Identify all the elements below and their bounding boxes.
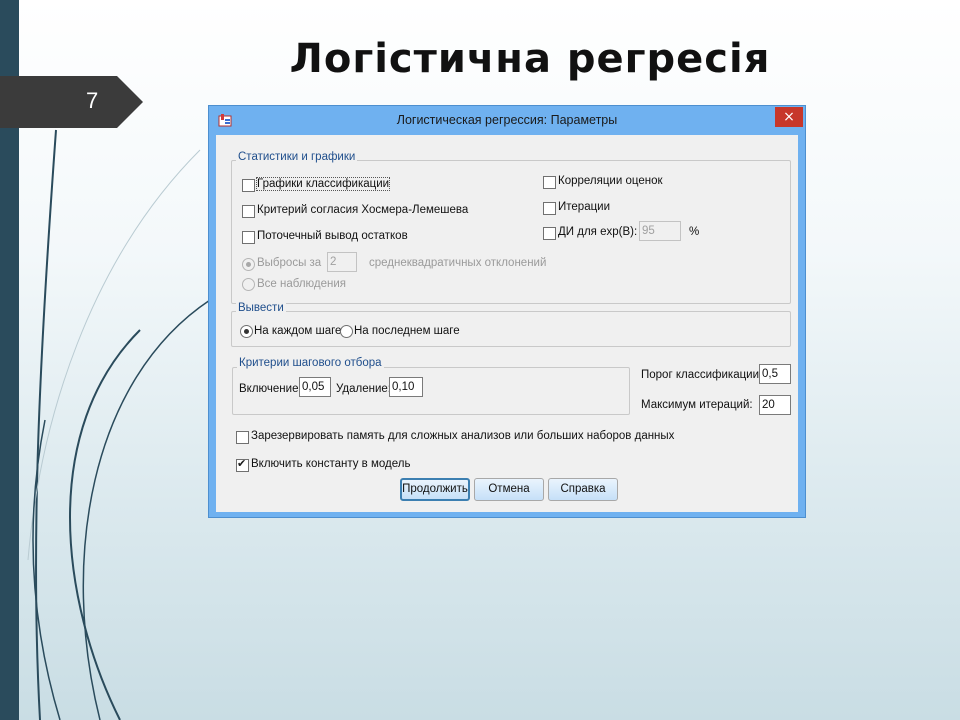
hosmer-lemeshow-label[interactable]: Критерий согласия Хосмера-Лемешева [257, 204, 468, 216]
outliers-label: Выбросы за [257, 257, 322, 269]
each-step-label[interactable]: На каждом шаге [254, 325, 341, 337]
removal-label: Удаление: [336, 383, 391, 395]
dialog-titlebar[interactable]: Логистическая регрессия: Параметры × [209, 106, 805, 134]
reserve-memory-label[interactable]: Зарезервировать память для сложных анали… [251, 430, 674, 442]
stepwise-criteria-legend: Критерии шагового отбора [237, 357, 384, 369]
slide-number: 7 [86, 88, 99, 113]
entry-probability-field[interactable]: 0,05 [299, 377, 331, 397]
removal-probability-field[interactable]: 0,10 [389, 377, 423, 397]
all-cases-radio[interactable] [242, 278, 255, 291]
ci-percent-label: % [689, 226, 700, 238]
display-legend: Вывести [236, 302, 286, 314]
correlations-checkbox[interactable] [543, 176, 556, 189]
iterations-checkbox[interactable] [543, 202, 556, 215]
max-iterations-field[interactable]: 20 [759, 395, 791, 415]
classification-plots-label[interactable]: Графики классификации [255, 177, 391, 191]
outliers-radio[interactable] [242, 258, 255, 271]
slide-number-tab [0, 76, 143, 128]
ci-exp-b-checkbox[interactable] [543, 227, 556, 240]
entry-label: Включение: [239, 383, 302, 395]
casewise-residuals-checkbox[interactable] [242, 231, 255, 244]
max-iterations-label: Максимум итераций: [641, 399, 753, 411]
continue-button[interactable]: Продолжить [400, 478, 470, 501]
hosmer-lemeshow-checkbox[interactable] [242, 205, 255, 218]
classification-plots-checkbox[interactable] [242, 179, 255, 192]
cancel-button[interactable]: Отмена [474, 478, 544, 501]
include-constant-checkbox[interactable] [236, 457, 249, 472]
last-step-radio[interactable] [340, 325, 353, 338]
ci-exp-b-label[interactable]: ДИ для exp(B): [558, 226, 637, 238]
help-button[interactable]: Справка [548, 478, 618, 501]
reserve-memory-checkbox[interactable] [236, 431, 249, 444]
last-step-label[interactable]: На последнем шаге [354, 325, 460, 337]
outliers-sd-field[interactable]: 2 [327, 252, 357, 272]
iterations-label[interactable]: Итерации [558, 201, 610, 213]
classification-cutoff-field[interactable]: 0,5 [759, 364, 791, 384]
all-cases-label: Все наблюдения [257, 278, 347, 290]
classification-cutoff-label: Порог классификации: [641, 369, 763, 381]
close-button[interactable]: × [775, 107, 803, 127]
ci-level-field[interactable]: 95 [639, 221, 681, 241]
casewise-residuals-label[interactable]: Поточечный вывод остатков [257, 230, 408, 242]
each-step-radio[interactable] [240, 325, 253, 338]
outliers-unit-label: среднеквадратичных отклонений [369, 257, 547, 269]
logistic-options-dialog: Логистическая регрессия: Параметры × Ста… [208, 105, 806, 518]
correlations-label[interactable]: Корреляции оценок [558, 175, 663, 187]
dialog-title: Логистическая регрессия: Параметры [396, 113, 618, 127]
slide-title: Логістична регресія [289, 36, 771, 82]
stats-plots-legend: Статистики и графики [236, 151, 358, 163]
include-constant-label[interactable]: Включить константу в модель [251, 458, 410, 470]
dialog-client-area: Статистики и графики Графики классификац… [216, 135, 798, 512]
